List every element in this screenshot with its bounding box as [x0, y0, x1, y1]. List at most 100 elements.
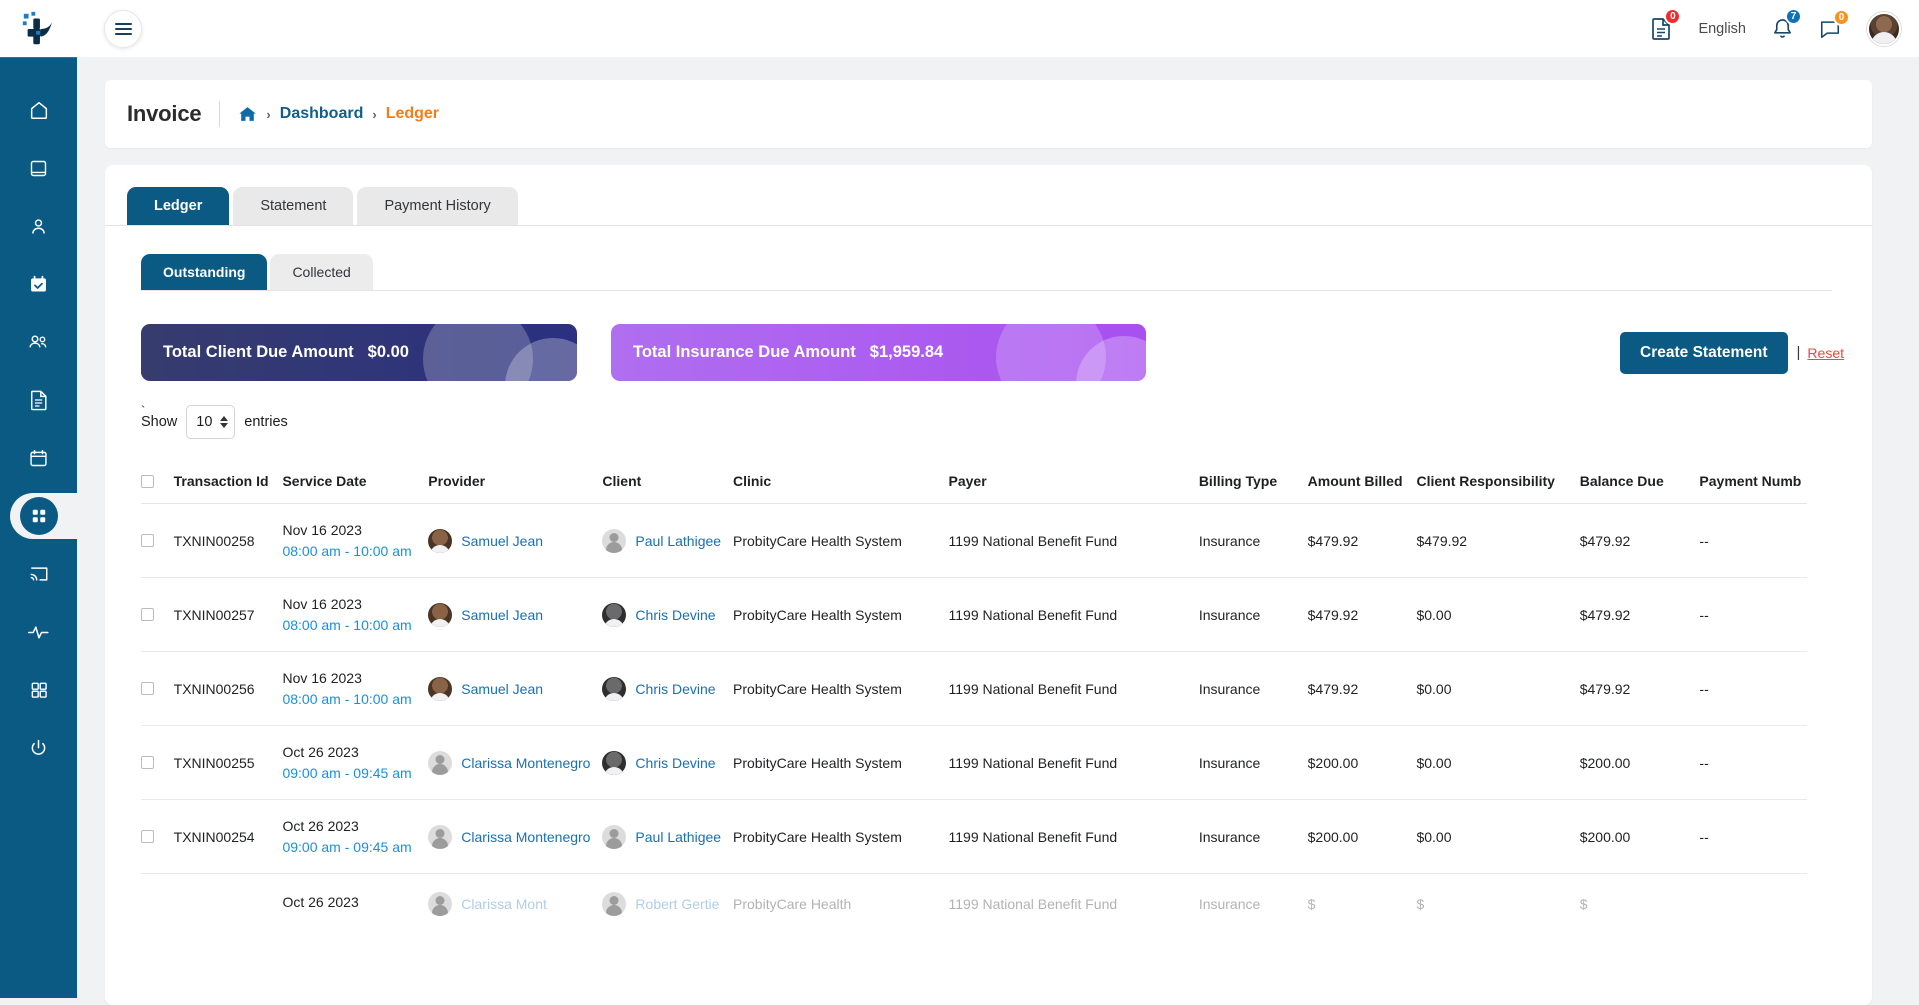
client-link[interactable]: Paul Lathigee	[635, 533, 721, 549]
table-row[interactable]: TXNIN00257 Nov 16 2023 08:00 am - 10:00 am…	[141, 577, 1807, 652]
total-insurance-due-card: Total Insurance Due Amount $1,959.84	[611, 324, 1146, 381]
client-link[interactable]: Chris Devine	[635, 681, 715, 697]
app-logo[interactable]	[0, 0, 77, 57]
row-checkbox[interactable]	[141, 608, 154, 621]
reset-link[interactable]: Reset	[1807, 345, 1844, 361]
cell-amount-billed: $479.92	[1307, 503, 1417, 578]
sidebar-item-book[interactable]	[0, 139, 77, 197]
tab-payment-history[interactable]: Payment History	[357, 187, 518, 225]
entries-select[interactable]: 10	[186, 405, 236, 439]
table-row[interactable]: TXNIN00258 Nov 16 2023 08:00 am - 10:00 am…	[141, 503, 1807, 578]
header-billing-type[interactable]: Billing Type	[1198, 461, 1308, 504]
sidebar-item-apps[interactable]	[0, 661, 77, 719]
language-selector[interactable]: English	[1698, 21, 1746, 37]
table-row[interactable]: TXNIN00254 Oct 26 2023 09:00 am - 09:45 am…	[141, 799, 1807, 874]
cell-clinic: ProbityCare Health System	[733, 651, 949, 726]
person-chip: Robert Gertie	[602, 892, 733, 916]
sidebar-item-logout[interactable]	[0, 719, 77, 777]
header-client[interactable]: Client	[602, 461, 734, 504]
entries-control: Show 10 entries	[105, 403, 1872, 439]
provider-link[interactable]: Samuel Jean	[461, 681, 543, 697]
select-all-header	[141, 461, 174, 504]
provider-avatar	[428, 676, 453, 701]
provider-link[interactable]: Clarissa Montenegro	[461, 755, 590, 771]
header-provider[interactable]: Provider	[428, 461, 603, 504]
breadcrumb-home-icon[interactable]	[238, 105, 257, 123]
provider-link[interactable]: Samuel Jean	[461, 533, 543, 549]
cell-client-responsibility: $0.00	[1416, 577, 1580, 652]
notifications-button[interactable]: 7	[1772, 8, 1802, 40]
documents-notification-button[interactable]: 0	[1651, 8, 1682, 40]
client-link[interactable]: Paul Lathigee	[635, 829, 721, 845]
table-head: Transaction Id Service Date Provider Cli…	[141, 461, 1807, 504]
create-statement-button[interactable]: Create Statement	[1620, 331, 1788, 374]
provider-link[interactable]: Samuel Jean	[461, 607, 543, 623]
sidebar-item-home[interactable]	[0, 81, 77, 139]
sidebar-item-profile[interactable]	[0, 197, 77, 255]
subtab-outstanding[interactable]: Outstanding	[141, 254, 268, 290]
table-row[interactable]: TXNIN00256 Nov 16 2023 08:00 am - 10:00 am…	[141, 651, 1807, 726]
sidebar-item-calendar[interactable]	[0, 429, 77, 487]
provider-link[interactable]: Clarissa Mont	[461, 896, 547, 912]
table-row[interactable]: TXNIN00255 Oct 26 2023 09:00 am - 09:45 am…	[141, 725, 1807, 800]
breadcrumb-current: Ledger	[385, 105, 440, 122]
sidebar-item-billing[interactable]	[0, 487, 90, 545]
cell-balance-due: $	[1579, 896, 1588, 912]
cell-billing-type: Insurance	[1198, 651, 1308, 726]
tick-text: `	[141, 403, 146, 418]
row-select-cell	[141, 725, 174, 800]
client-link[interactable]: Robert Gertie	[635, 896, 719, 912]
provider-avatar	[428, 602, 453, 627]
sidebar-item-clients[interactable]	[0, 313, 77, 371]
cell-payer: 1199 National Benefit Fund	[948, 651, 1199, 726]
row-checkbox[interactable]	[141, 682, 154, 695]
brand-logo-icon	[22, 11, 52, 44]
user-avatar[interactable]	[1867, 11, 1901, 46]
cell-transaction-id	[174, 874, 283, 932]
row-checkbox[interactable]	[141, 534, 154, 547]
cell-provider: Samuel Jean	[428, 577, 603, 652]
header-clinic[interactable]: Clinic	[733, 461, 949, 504]
cell-payment-number: --	[1699, 799, 1807, 874]
tab-ledger[interactable]: Ledger	[127, 187, 230, 225]
total-client-due-amount: $0.00	[367, 343, 409, 361]
header-payment-number[interactable]: Payment Numb	[1699, 461, 1807, 504]
cell-transaction-id: TXNIN00257	[173, 577, 283, 652]
grid-circle-icon	[32, 509, 45, 523]
cell-payer: 1199 National Benefit Fund	[948, 503, 1199, 578]
header-service-date[interactable]: Service Date	[282, 461, 429, 504]
sidebar-item-reports[interactable]	[0, 603, 77, 661]
header-balance-due[interactable]: Balance Due	[1579, 461, 1700, 504]
provider-link[interactable]: Clarissa Montenegro	[461, 829, 590, 845]
client-link[interactable]: Chris Devine	[635, 755, 715, 771]
row-checkbox[interactable]	[141, 756, 154, 769]
sidebar-item-telehealth[interactable]	[0, 545, 77, 603]
people-icon	[29, 335, 47, 347]
client-avatar	[602, 676, 627, 701]
header-amount-billed[interactable]: Amount Billed	[1307, 461, 1417, 504]
header-transaction-id[interactable]: Transaction Id	[173, 461, 283, 504]
select-all-checkbox[interactable]	[141, 474, 154, 488]
cell-client-responsibility: $479.92	[1416, 503, 1580, 578]
cell-payer: 1199 National Benefit Fund	[948, 896, 1118, 912]
cell-service-date: Nov 16 2023 08:00 am - 10:00 am	[282, 651, 429, 726]
header-client-responsibility[interactable]: Client Responsibility	[1416, 461, 1580, 504]
notifications-badge: 7	[1785, 8, 1802, 25]
row-checkbox[interactable]	[141, 830, 154, 843]
cell-balance-due: $200.00	[1579, 725, 1700, 800]
messages-button[interactable]: 0	[1819, 8, 1850, 40]
sidebar-item-documents[interactable]	[0, 371, 77, 429]
cell-payment-number: --	[1699, 577, 1807, 652]
sidebar-item-scheduling[interactable]	[0, 255, 77, 313]
table-row[interactable]: Oct 26 2023 Clarissa Mont Robert Gertie Pro…	[141, 874, 1807, 932]
client-link[interactable]: Chris Devine	[635, 607, 715, 623]
subtab-collected[interactable]: Collected	[270, 254, 373, 290]
ledger-table-container[interactable]: Transaction Id Service Date Provider Cli…	[141, 461, 1807, 931]
menu-toggle-button[interactable]	[104, 9, 142, 48]
breadcrumb-dashboard-link[interactable]: Dashboard	[280, 105, 364, 123]
cell-clinic: ProbityCare Health System	[733, 725, 949, 800]
tab-statement[interactable]: Statement	[233, 187, 354, 225]
entries-label: entries	[244, 414, 288, 430]
header-payer[interactable]: Payer	[948, 461, 1199, 504]
cell-provider: Clarissa Montenegro	[428, 725, 603, 800]
